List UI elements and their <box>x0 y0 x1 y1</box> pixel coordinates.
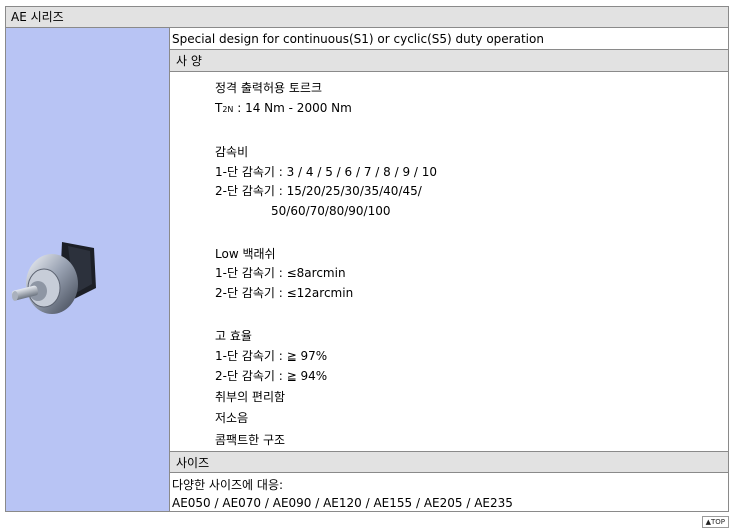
spec-heading: 사 양 <box>170 50 728 72</box>
duty-headline: Special design for continuous(S1) or cyc… <box>170 28 728 50</box>
torque-title: 정격 출력허용 토르크 <box>215 81 322 95</box>
efficiency-1stage: 1-단 감속기 : ≧ 97% <box>215 349 328 363</box>
backlash-2stage: 2-단 감속기 : ≤12arcmin <box>215 286 354 300</box>
feature-compact: 콤팩트한 구조 <box>215 433 286 447</box>
feature-mounting: 취부의 편리함 <box>215 390 286 404</box>
product-image-cell <box>6 28 170 511</box>
ratio-1stage: 1-단 감속기 : 3 / 4 / 5 / 6 / 7 / 8 / 9 / 10 <box>215 165 438 179</box>
ratio-title: 감속비 <box>215 145 249 159</box>
series-title: AE 시리즈 <box>6 7 728 28</box>
size-intro: 다양한 사이즈에 대응: <box>172 478 284 492</box>
size-models: AE050 / AE070 / AE090 / AE120 / AE155 / … <box>172 496 513 510</box>
spec-table: AE 시리즈 Special design for continuous(S1)… <box>5 6 729 512</box>
efficiency-2stage: 2-단 감속기 : ≧ 94% <box>215 369 328 383</box>
backlash-1stage: 1-단 감속기 : ≤8arcmin <box>215 266 346 280</box>
top-button[interactable]: ▲TOP <box>701 516 729 528</box>
size-heading: 사이즈 <box>170 451 728 473</box>
gearbox-product-image <box>11 242 96 314</box>
ratio-2stage: 2-단 감속기 : 15/20/25/30/35/40/45/ <box>215 184 422 198</box>
torque-range: : 14 Nm - 2000 Nm <box>233 101 352 115</box>
torque-subscript: 2N <box>222 105 234 114</box>
feature-low-noise: 저소음 <box>215 411 249 425</box>
backlash-title: Low 백래쉬 <box>215 247 276 261</box>
torque-value: T2N : 14 Nm - 2000 Nm <box>215 99 352 119</box>
ratio-2stage-cont: 50/60/70/80/90/100 <box>271 204 391 218</box>
efficiency-title: 고 효율 <box>215 329 252 343</box>
spec-content: Special design for continuous(S1) or cyc… <box>170 28 728 511</box>
